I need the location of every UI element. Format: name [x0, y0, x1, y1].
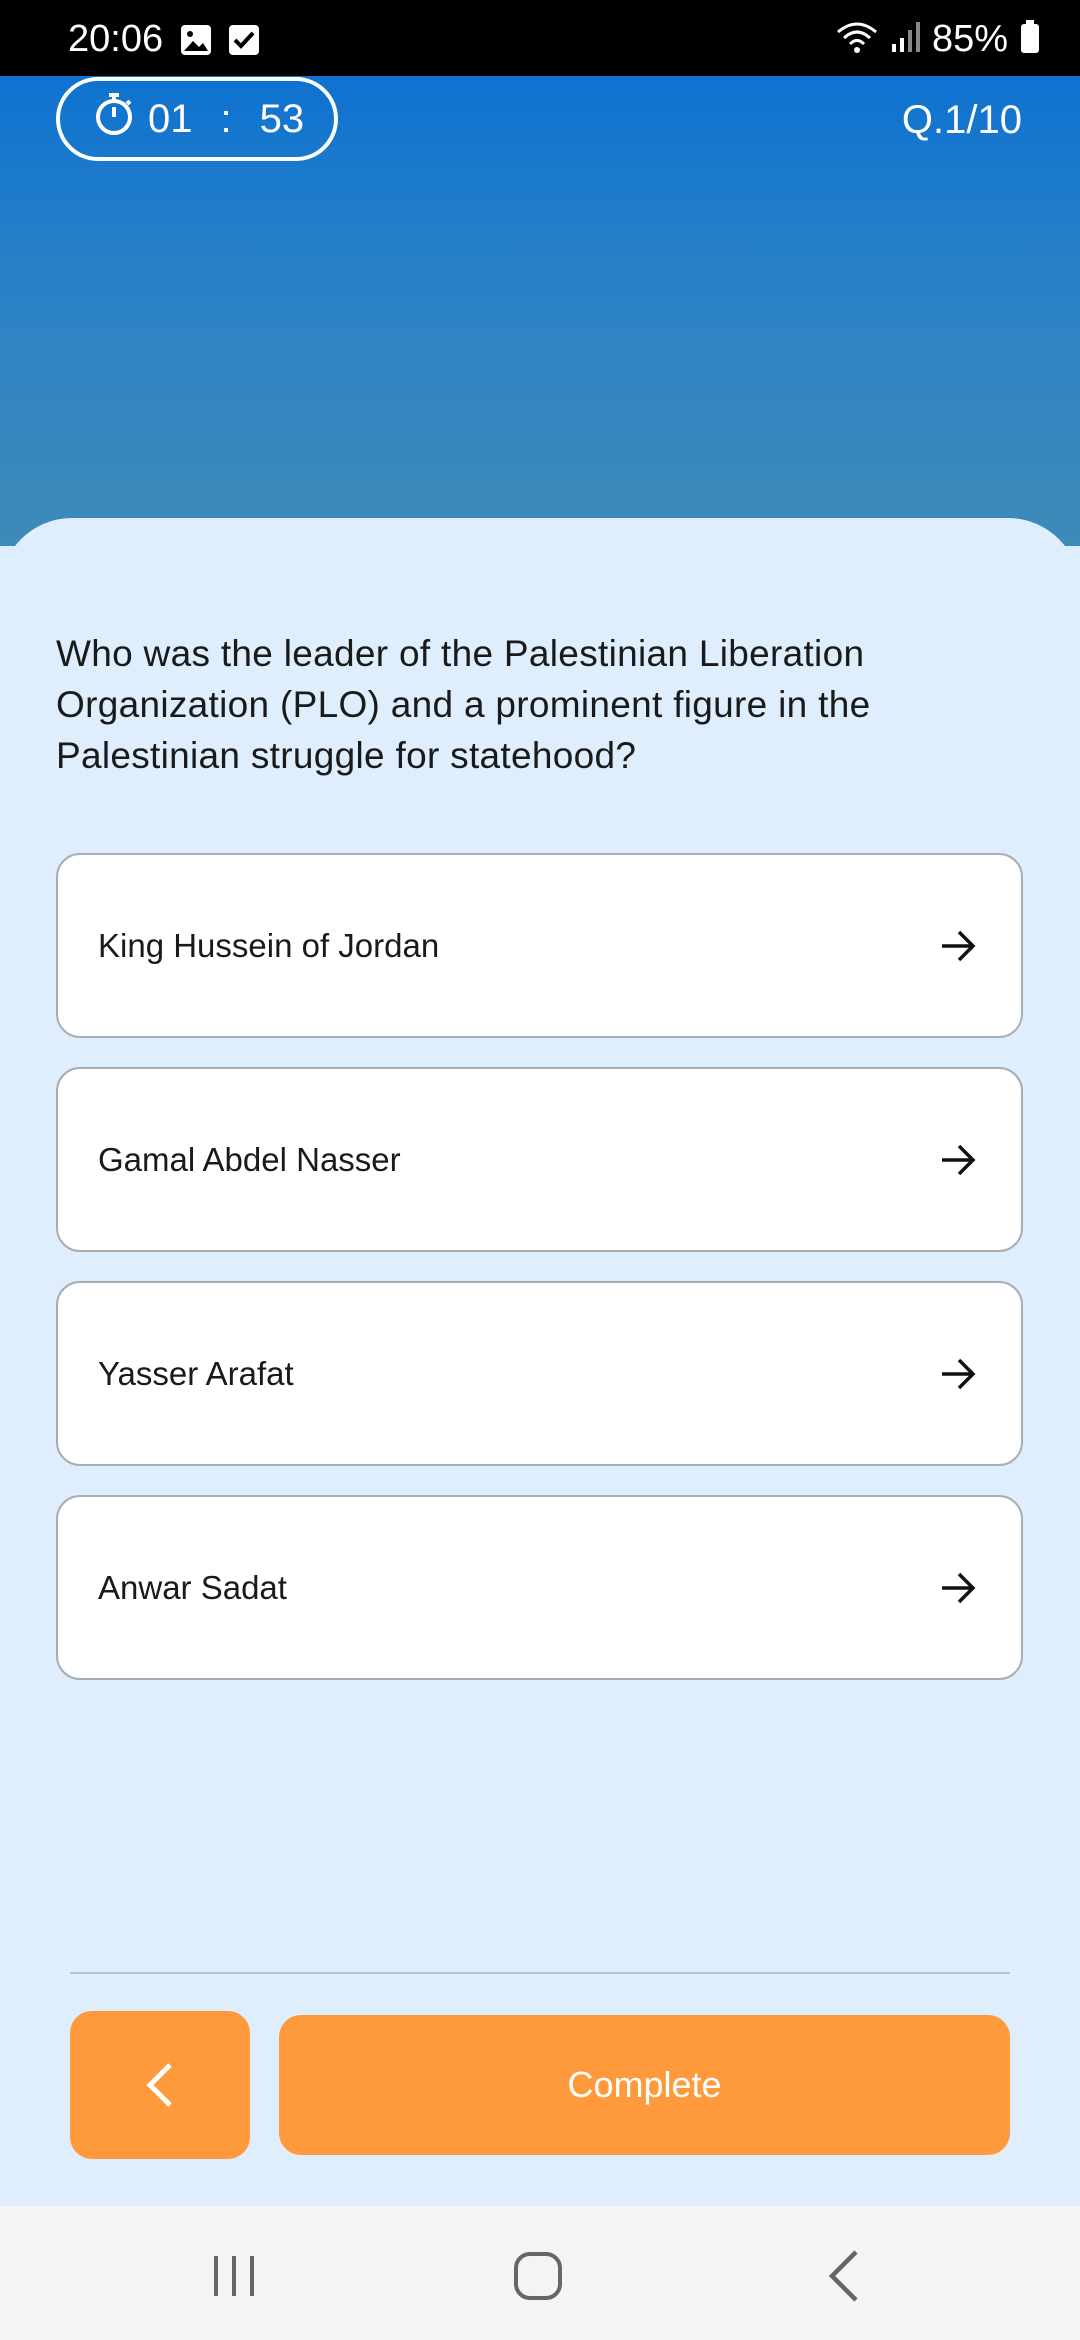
- answer-option-label: Anwar Sadat: [98, 1569, 287, 1606]
- back-icon[interactable]: [816, 2246, 876, 2306]
- answer-option[interactable]: Anwar Sadat: [56, 1495, 1023, 1680]
- status-bar: 20:06 85%: [0, 0, 1080, 76]
- arrow-right-icon: [942, 1358, 976, 1390]
- status-time: 20:06: [68, 18, 164, 60]
- chevron-left-icon: [146, 2063, 172, 2107]
- signal-icon: [890, 20, 920, 59]
- previous-button[interactable]: [70, 2011, 250, 2159]
- home-icon[interactable]: [508, 2246, 568, 2306]
- recent-apps-icon[interactable]: [204, 2246, 264, 2306]
- wifi-icon: [836, 20, 878, 59]
- question-counter: Q.1/10: [901, 98, 1022, 142]
- answer-option-label: King Hussein of Jordan: [98, 927, 440, 964]
- question-card: Who was the leader of the Palestinian Li…: [0, 518, 1080, 2206]
- timer[interactable]: 01 : 53: [56, 77, 338, 161]
- question-text: Who was the leader of the Palestinian Li…: [56, 633, 871, 776]
- stopwatch-icon: [94, 92, 134, 146]
- timer-minutes: 01: [148, 96, 193, 141]
- battery-percentage: 85%: [931, 18, 1008, 60]
- arrow-right-icon: [942, 930, 976, 962]
- complete-button[interactable]: Complete: [279, 2015, 1010, 2155]
- quiz-header: 01 : 53 Q.1/10: [0, 76, 1080, 546]
- timer-seconds: 53: [259, 96, 305, 141]
- timer-separator: :: [220, 96, 232, 141]
- system-nav-bar: [0, 2206, 1080, 2340]
- answer-option-label: Gamal Abdel Nasser: [98, 1141, 401, 1178]
- arrow-right-icon: [942, 1144, 976, 1176]
- footer-divider: [70, 1972, 1010, 1974]
- gallery-icon: [180, 24, 212, 56]
- answer-option[interactable]: Gamal Abdel Nasser: [56, 1067, 1023, 1252]
- answer-option[interactable]: King Hussein of Jordan: [56, 853, 1023, 1038]
- battery-icon: [1020, 20, 1040, 59]
- notification-icons: [180, 24, 260, 56]
- arrow-right-icon: [942, 1572, 976, 1604]
- check-icon: [228, 24, 260, 56]
- answer-option-label: Yasser Arafat: [98, 1355, 294, 1392]
- answer-option[interactable]: Yasser Arafat: [56, 1281, 1023, 1466]
- status-right: 85%: [836, 18, 1040, 61]
